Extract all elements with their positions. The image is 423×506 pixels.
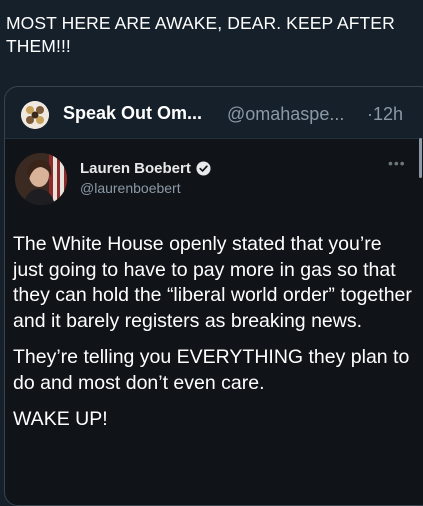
quote-timestamp[interactable]: ·12h [367, 104, 403, 125]
embedded-tweet-screenshot: Lauren Boebert @laurenboebert ••• The Wh… [5, 138, 423, 505]
verified-badge-icon [196, 161, 211, 176]
tweet-avatar [15, 153, 67, 205]
tweet-paragraph: They’re telling you EVERYTHING they plan… [13, 346, 410, 394]
tweet-body: The White House openly stated that you’r… [13, 232, 413, 444]
scrollbar-thumb[interactable] [419, 138, 422, 178]
tweet-paragraph: WAKE UP! [13, 408, 108, 430]
tweet-author-name: Lauren Boebert [80, 160, 211, 177]
tweet-author-label: Lauren Boebert [80, 160, 191, 177]
flower-logo-icon [21, 101, 49, 129]
quote-author-name[interactable]: Speak Out Om... [63, 103, 202, 124]
quoted-post-card[interactable]: Speak Out Om... @omahaspe... ·12h Lauren… [4, 86, 423, 506]
quote-avatar[interactable] [21, 101, 49, 129]
tweet-author-handle: @laurenboebert [80, 180, 181, 196]
quote-author-handle[interactable]: @omahaspe... [227, 104, 344, 125]
time-label: 12h [373, 104, 404, 124]
profile-photo-icon [15, 153, 67, 205]
tweet-paragraph: The White House openly stated that you’r… [13, 233, 412, 332]
quote-header: Speak Out Om... @omahaspe... ·12h [5, 87, 423, 143]
more-dots-icon: ••• [388, 155, 406, 171]
post-text: MOST HERE ARE AWAKE, DEAR. KEEP AFTER TH… [6, 13, 395, 56]
